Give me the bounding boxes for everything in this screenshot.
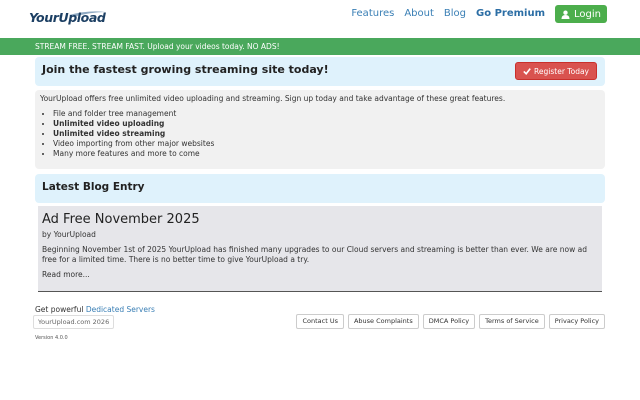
register-label: Register Today — [534, 66, 589, 76]
dedicated-servers-link[interactable]: Dedicated Servers — [86, 305, 155, 314]
footer-powered: Get powerful Dedicated Servers — [35, 305, 155, 314]
blog-entry: Ad Free November 2025 by YourUpload Begi… — [38, 206, 602, 292]
main-nav: Features About Blog Go Premium Login — [341, 5, 607, 23]
checkmark-icon — [523, 68, 531, 75]
hero-title: Join the fastest growing streaming site … — [42, 63, 329, 76]
blog-author-line: by YourUpload — [42, 230, 598, 239]
blog-body: Beginning November 1st of 2025 YourUploa… — [42, 245, 587, 264]
list-item: Unlimited video streaming — [53, 129, 600, 139]
list-item: Unlimited video uploading — [53, 119, 600, 129]
by-label: by — [42, 230, 52, 239]
nav-features[interactable]: Features — [351, 5, 394, 23]
feature-list: File and folder tree management Unlimite… — [40, 109, 600, 159]
blog-title[interactable]: Ad Free November 2025 — [42, 212, 598, 227]
blog-author: YourUpload — [53, 230, 96, 239]
powered-prefix: Get powerful — [35, 305, 84, 314]
list-item: Many more features and more to come — [53, 149, 600, 159]
copyright-badge: YourUpload.com 2026 — [33, 315, 115, 329]
version-label: Version 4.0.0 — [35, 335, 68, 341]
blog-heading-panel: Latest Blog Entry — [35, 174, 605, 203]
features-panel: YourUpload offers free unlimited video u… — [35, 90, 605, 169]
nav-go-premium[interactable]: Go Premium — [476, 5, 545, 23]
nav-about[interactable]: About — [404, 5, 434, 23]
dmca-policy-link[interactable]: DMCA Policy — [422, 314, 476, 329]
site-header: YourUpload Features About Blog Go Premiu… — [0, 0, 640, 38]
blog-heading: Latest Blog Entry — [42, 181, 145, 193]
privacy-policy-link[interactable]: Privacy Policy — [548, 314, 605, 329]
list-item: Video importing from other major website… — [53, 139, 600, 149]
features-intro: YourUpload offers free unlimited video u… — [40, 94, 506, 103]
user-icon — [561, 10, 570, 19]
register-button[interactable]: Register Today — [515, 62, 597, 80]
read-more-link[interactable]: Read more... — [42, 270, 598, 279]
promo-banner: STREAM FREE. STREAM FAST. Upload your vi… — [0, 38, 640, 55]
hero-panel: Join the fastest growing streaming site … — [35, 57, 605, 86]
list-item: File and folder tree management — [53, 109, 600, 119]
nav-blog[interactable]: Blog — [444, 5, 466, 23]
abuse-complaints-link[interactable]: Abuse Complaints — [347, 314, 419, 329]
footer-links: Contact Us Abuse Complaints DMCA Policy … — [292, 314, 605, 329]
terms-of-service-link[interactable]: Terms of Service — [479, 314, 545, 329]
logo-text: YourUpload — [29, 10, 106, 25]
contact-us-link[interactable]: Contact Us — [296, 314, 344, 329]
site-logo[interactable]: YourUpload — [29, 9, 109, 29]
login-button[interactable]: Login — [555, 5, 607, 23]
login-label: Login — [574, 8, 601, 20]
